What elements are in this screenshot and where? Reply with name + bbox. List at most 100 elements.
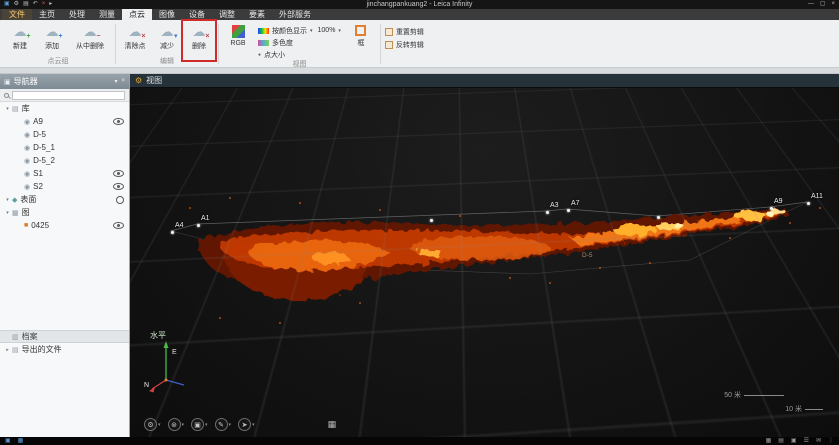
visibility-toggle-icon[interactable] (113, 183, 124, 190)
reset-clip-button[interactable]: 重置剪辑 (385, 27, 424, 37)
expander-icon[interactable]: ▾ (3, 106, 12, 112)
tab-要素[interactable]: 要素 (242, 9, 272, 20)
tree-item-表面[interactable]: ▾◆表面 (0, 193, 129, 206)
close-project-icon[interactable]: × (42, 0, 46, 9)
panel-dock-icon[interactable]: ▾ (114, 78, 117, 85)
group-label: 视图 (223, 60, 376, 70)
tab-设备[interactable]: 设备 (182, 9, 212, 20)
status-list-icon[interactable]: ☰ (804, 437, 809, 445)
reduce-button[interactable]: ☁▾减少 (152, 21, 182, 52)
zoom-level-dropdown[interactable]: 100% ▾ (318, 25, 341, 36)
invert-clip-button[interactable]: 反转剪辑 (385, 40, 424, 50)
point-label: A4 (175, 222, 184, 229)
station-icon: ◉ (24, 157, 30, 165)
remove-from-pointcloud-button[interactable]: ☁−从中删除 (69, 21, 111, 52)
visibility-toggle-icon[interactable] (113, 118, 124, 125)
panel-close-icon[interactable]: × (121, 78, 125, 85)
tree-item-S2[interactable]: ◉S2 (0, 180, 129, 193)
clear-points-button[interactable]: ☁×清除点 (120, 21, 150, 52)
control-point-A7[interactable]: A7 (567, 209, 570, 212)
point-size-button[interactable]: ● 点大小 (258, 49, 313, 60)
tab-文件[interactable]: 文件 (2, 9, 32, 20)
navigator-icon: ▣ (4, 78, 11, 86)
cloud-point-label: D-5 (582, 252, 592, 259)
tree-item-0425[interactable]: ■0425 (0, 219, 129, 232)
app-icon[interactable]: ▣ (4, 0, 10, 9)
point-dot (171, 231, 174, 234)
multichrome-button[interactable]: 多色度 (258, 37, 313, 48)
button-label: 新建 (13, 41, 27, 51)
tab-外部服务[interactable]: 外部服务 (272, 9, 318, 20)
expander-icon[interactable]: ▾ (3, 197, 12, 203)
tree-item-D-5_1[interactable]: ◉D-5_1 (0, 141, 129, 154)
tree-item-D-5_2[interactable]: ◉D-5_2 (0, 154, 129, 167)
badge-icon: ▾ (174, 33, 178, 40)
chevron-down-icon: ▾ (182, 422, 185, 428)
status-message-icon[interactable]: ✉ (816, 437, 821, 445)
point-label: A9 (774, 198, 783, 205)
tree-item-D-5[interactable]: ◉D-5 (0, 128, 129, 141)
tab-调整[interactable]: 调整 (212, 9, 242, 20)
tree-item-A9[interactable]: ◉A9 (0, 115, 129, 128)
point-label: A3 (550, 202, 559, 209)
navigate-button[interactable]: ➤▾ (238, 418, 255, 431)
status-view-icon[interactable]: ▦ (766, 437, 772, 445)
display-settings-button[interactable]: ⚙▾ (144, 418, 161, 431)
control-point[interactable] (430, 219, 433, 222)
control-point-A4[interactable]: A4 (171, 231, 174, 234)
status-app-icon[interactable]: ▣ (5, 437, 11, 445)
ribbon-toolbar: ☁+新建☁+添加☁−从中删除 点云组 ☁×清除点☁▾减少☁×删除 编辑 RGB … (0, 20, 839, 68)
view-cube-button[interactable]: ▣▾ (191, 418, 208, 431)
3d-viewport-canvas[interactable]: A4A1A3A7A9A11 D-5 水平 E N 50 米 (130, 88, 839, 437)
axis-gizmo: 水平 E N (144, 328, 204, 394)
east-axis-label: E (172, 349, 177, 356)
delete-button[interactable]: ☁×删除 (184, 21, 214, 52)
status-grid-icon[interactable]: ▦ (18, 437, 24, 445)
wrench-icon: ⚙ (135, 76, 142, 85)
tree-item-导出的文件[interactable]: ▸▤导出的文件 (0, 343, 129, 356)
tab-图像[interactable]: 图像 (152, 9, 182, 20)
button-label: 减少 (160, 41, 174, 51)
add-to-pointcloud-button[interactable]: ☁+添加 (37, 21, 67, 52)
surface-icon: ◆ (12, 196, 17, 204)
tab-测量[interactable]: 测量 (92, 9, 122, 20)
navigator-search-input[interactable] (12, 91, 125, 100)
control-point-A1[interactable]: A1 (197, 224, 200, 227)
grid-toggle-button[interactable]: ▦ (328, 419, 337, 430)
orbit-mode-button[interactable]: ⊛▾ (168, 418, 185, 431)
control-point-A11[interactable]: A11 (807, 202, 810, 205)
tab-处理[interactable]: 处理 (62, 9, 92, 20)
point-size-label: 点大小 (264, 50, 285, 60)
tree-item-图[interactable]: ▾▦图 (0, 206, 129, 219)
status-more-icon[interactable]: ⋮ (828, 437, 834, 445)
control-point-A9[interactable]: A9 (770, 207, 773, 210)
settings-icon[interactable]: ⚙ (14, 0, 19, 9)
render-style-button[interactable]: ✎▾ (215, 418, 232, 431)
undo-icon[interactable]: ↶ (33, 0, 38, 9)
expander-icon[interactable]: ▾ (3, 210, 12, 216)
maximize-button[interactable]: ▢ (820, 0, 826, 9)
window-controls: — ▢ × (808, 0, 835, 9)
new-pointcloud-button[interactable]: ☁+新建 (5, 21, 35, 52)
tree-item-S1[interactable]: ◉S1 (0, 167, 129, 180)
control-point[interactable] (657, 216, 660, 219)
more-icon[interactable]: ▸ (49, 0, 52, 9)
close-button[interactable]: × (831, 0, 835, 9)
status-report-icon[interactable]: ▤ (778, 437, 784, 445)
tab-主页[interactable]: 主页 (32, 9, 62, 20)
status-layout-icon[interactable]: ▣ (791, 437, 797, 445)
visibility-toggle-icon[interactable] (116, 196, 124, 204)
ribbon-tab-bar: 文件主页处理测量点云图像设备调整要素外部服务 (0, 9, 839, 20)
rgb-intensity-button[interactable]: RGB (223, 21, 253, 48)
tree-item-档案[interactable]: ▥档案 (0, 330, 129, 343)
visibility-toggle-icon[interactable] (113, 222, 124, 229)
control-point-A3[interactable]: A3 (546, 211, 549, 214)
tree-item-库[interactable]: ▾▤库 (0, 102, 129, 115)
visibility-toggle-icon[interactable] (113, 170, 124, 177)
frame-button[interactable]: 框 (346, 21, 376, 49)
minimize-button[interactable]: — (808, 0, 814, 9)
tab-点云[interactable]: 点云 (122, 9, 152, 20)
save-icon[interactable]: ▤ (23, 0, 29, 9)
color-by-dropdown[interactable]: 按颜色显示 ▾ (258, 25, 313, 36)
expander-icon[interactable]: ▸ (3, 347, 12, 353)
